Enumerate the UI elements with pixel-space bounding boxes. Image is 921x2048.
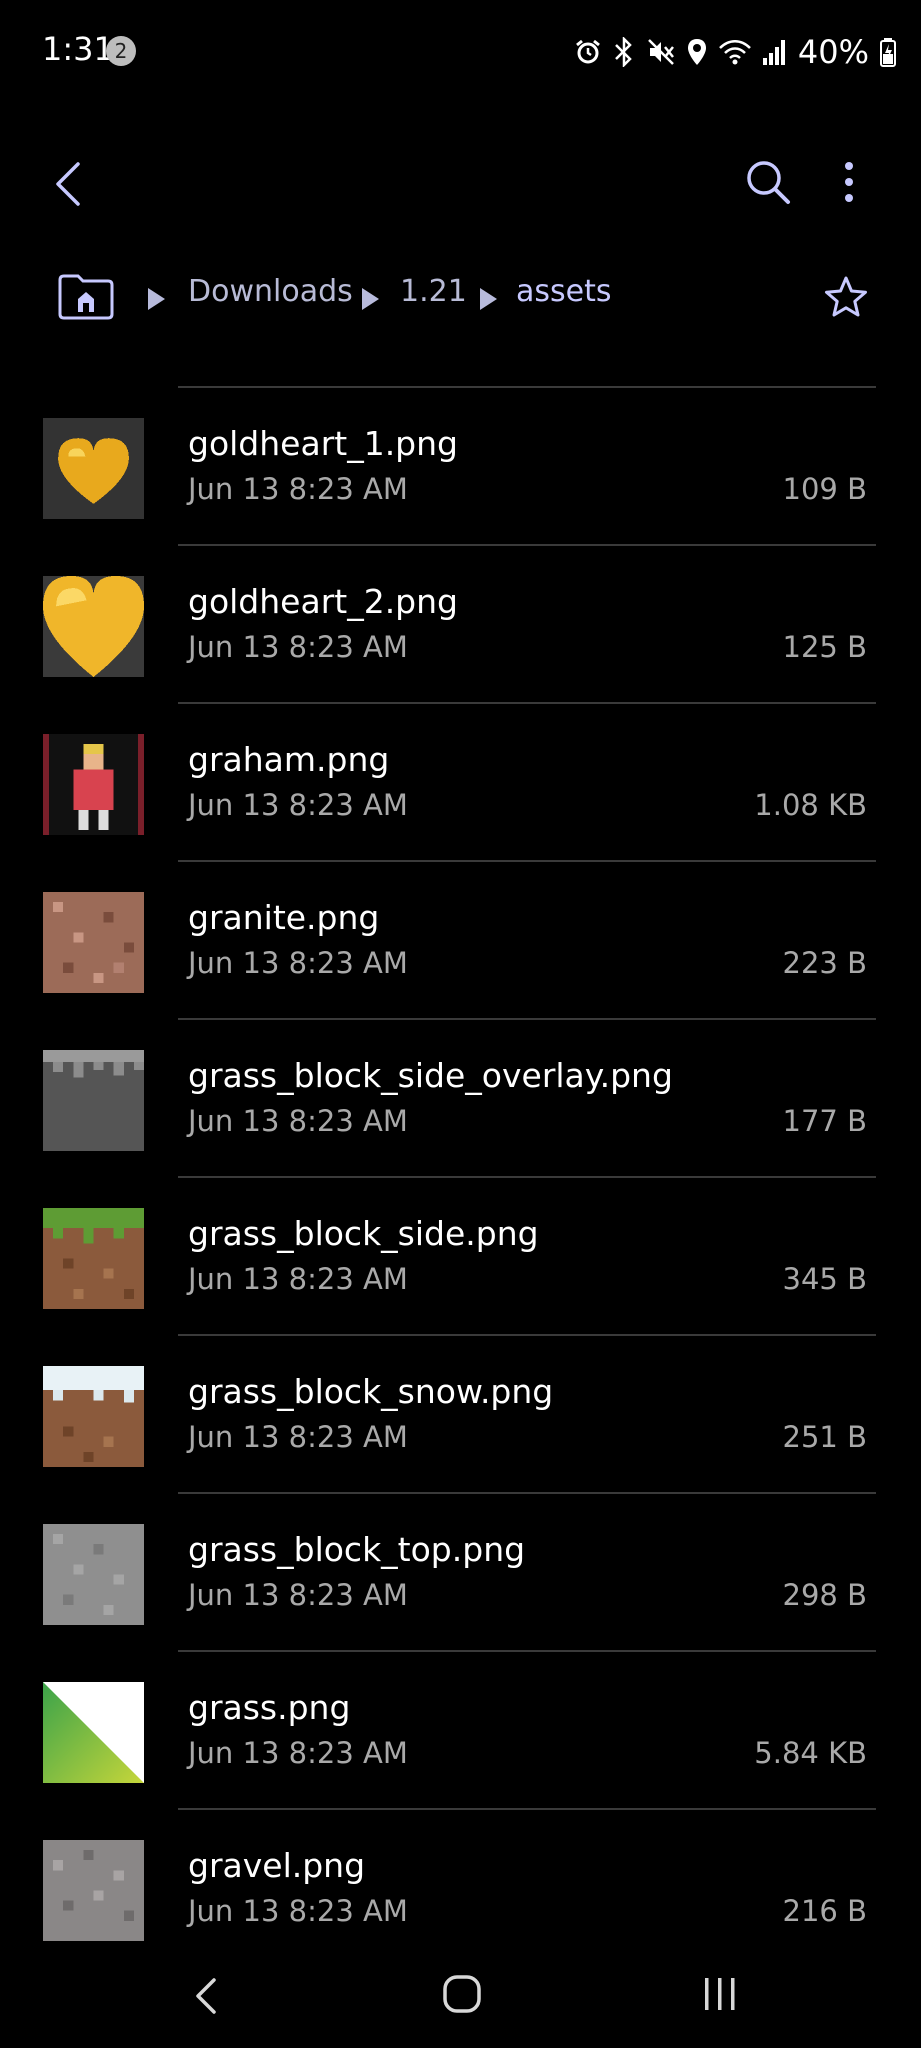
image-thumbnail — [43, 1840, 144, 1941]
search-icon — [747, 161, 790, 204]
location-icon — [687, 39, 706, 65]
star-outline-icon — [825, 276, 867, 317]
grass-top-thumbnail-icon — [43, 1524, 144, 1625]
status-time: 1:31 — [42, 30, 114, 68]
file-size: 223 B — [782, 946, 867, 980]
file-date: Jun 13 8:23 AM — [188, 946, 408, 980]
breadcrumb-separator-icon — [148, 288, 165, 310]
breadcrumb-item-assets[interactable]: assets — [516, 274, 612, 309]
notification-count-badge: 2 — [106, 36, 136, 66]
file-size: 177 B — [782, 1104, 867, 1138]
more-options-button[interactable] — [834, 154, 864, 210]
file-name: grass_block_side.png — [188, 1214, 539, 1253]
file-date: Jun 13 8:23 AM — [188, 1262, 408, 1296]
nav-back-button[interactable] — [188, 1974, 224, 2018]
file-row[interactable]: grass_block_side_overlay.png Jun 13 8:23… — [0, 1020, 921, 1178]
file-row[interactable]: graham.png Jun 13 8:23 AM 1.08 KB — [0, 704, 921, 862]
breadcrumb-item-1-21[interactable]: 1.21 — [400, 274, 467, 309]
search-button[interactable] — [740, 154, 796, 210]
file-row[interactable]: grass_block_side.png Jun 13 8:23 AM 345 … — [0, 1178, 921, 1336]
file-size: 345 B — [782, 1262, 867, 1296]
grass-side-thumbnail-icon — [43, 1208, 144, 1309]
file-size: 1.08 KB — [754, 788, 867, 822]
home-folder-icon — [58, 274, 114, 320]
file-name: gravel.png — [188, 1846, 366, 1885]
file-name: granite.png — [188, 898, 380, 937]
image-thumbnail — [43, 1524, 144, 1625]
image-thumbnail — [43, 1208, 144, 1309]
breadcrumb-separator-icon — [362, 288, 379, 310]
nav-home-icon — [443, 1975, 481, 2013]
file-size: 109 B — [782, 472, 867, 506]
breadcrumb-item-downloads[interactable]: Downloads — [188, 274, 353, 309]
goldheart-thumbnail-icon — [43, 576, 144, 677]
favorite-button[interactable] — [822, 274, 870, 322]
granite-thumbnail-icon — [43, 892, 144, 993]
file-size: 216 B — [782, 1894, 867, 1928]
system-nav-bar — [0, 1946, 921, 2048]
chevron-left-icon — [56, 162, 80, 206]
file-date: Jun 13 8:23 AM — [188, 1894, 408, 1928]
file-size: 298 B — [782, 1578, 867, 1612]
nav-recents-button[interactable] — [700, 1974, 740, 2014]
wifi-icon — [718, 40, 751, 65]
image-thumbnail — [43, 892, 144, 993]
status-icons: 40% — [574, 30, 897, 74]
grass-thumbnail-icon — [43, 1682, 144, 1783]
file-size: 251 B — [782, 1420, 867, 1454]
file-date: Jun 13 8:23 AM — [188, 1736, 408, 1770]
back-button[interactable] — [44, 152, 96, 216]
file-date: Jun 13 8:23 AM — [188, 472, 408, 506]
nav-recents-icon — [705, 1978, 735, 2010]
file-date: Jun 13 8:23 AM — [188, 1420, 408, 1454]
file-date: Jun 13 8:23 AM — [188, 1578, 408, 1612]
file-size: 125 B — [782, 630, 867, 664]
signal-icon — [762, 40, 785, 65]
status-bar: 1:31 2 40% — [0, 0, 921, 104]
file-name: grass_block_snow.png — [188, 1372, 554, 1411]
image-thumbnail — [43, 1682, 144, 1783]
file-row[interactable]: grass_block_top.png Jun 13 8:23 AM 298 B — [0, 1494, 921, 1652]
nav-home-button[interactable] — [440, 1972, 484, 2016]
file-name: grass_block_side_overlay.png — [188, 1056, 673, 1095]
bluetooth-icon — [614, 37, 632, 67]
mute-icon — [647, 39, 674, 65]
more-vertical-icon — [845, 162, 853, 202]
image-thumbnail — [43, 1050, 144, 1151]
goldheart-thumbnail-icon — [43, 418, 144, 519]
file-date: Jun 13 8:23 AM — [188, 788, 408, 822]
image-thumbnail — [43, 418, 144, 519]
image-thumbnail — [43, 734, 144, 835]
breadcrumb-separator-icon — [480, 288, 497, 310]
nav-back-icon — [196, 1978, 216, 2014]
file-name: goldheart_1.png — [188, 424, 458, 463]
image-thumbnail — [43, 1366, 144, 1467]
file-date: Jun 13 8:23 AM — [188, 1104, 408, 1138]
grass-overlay-thumbnail-icon — [43, 1050, 144, 1151]
file-row[interactable]: grass_block_snow.png Jun 13 8:23 AM 251 … — [0, 1336, 921, 1494]
file-name: grass.png — [188, 1688, 351, 1727]
file-row[interactable]: gravel.png Jun 13 8:23 AM 216 B — [0, 1810, 921, 1968]
file-date: Jun 13 8:23 AM — [188, 630, 408, 664]
breadcrumb-home-button[interactable] — [56, 272, 116, 322]
alarm-icon — [575, 39, 600, 64]
grass-snow-thumbnail-icon — [43, 1366, 144, 1467]
file-row[interactable]: goldheart_2.png Jun 13 8:23 AM 125 B — [0, 546, 921, 704]
gravel-thumbnail-icon — [43, 1840, 144, 1941]
battery-charging-icon — [880, 38, 896, 67]
file-row[interactable]: goldheart_1.png Jun 13 8:23 AM 109 B — [0, 388, 921, 546]
file-size: 5.84 KB — [754, 1736, 867, 1770]
file-name: goldheart_2.png — [188, 582, 458, 621]
file-row[interactable]: grass.png Jun 13 8:23 AM 5.84 KB — [0, 1652, 921, 1810]
battery-percent: 40% — [797, 33, 869, 71]
file-name: graham.png — [188, 740, 390, 779]
file-row[interactable]: granite.png Jun 13 8:23 AM 223 B — [0, 862, 921, 1020]
breadcrumb: Downloads 1.21 assets — [0, 262, 921, 334]
graham-thumbnail-icon — [43, 734, 144, 835]
image-thumbnail — [43, 576, 144, 677]
file-name: grass_block_top.png — [188, 1530, 526, 1569]
